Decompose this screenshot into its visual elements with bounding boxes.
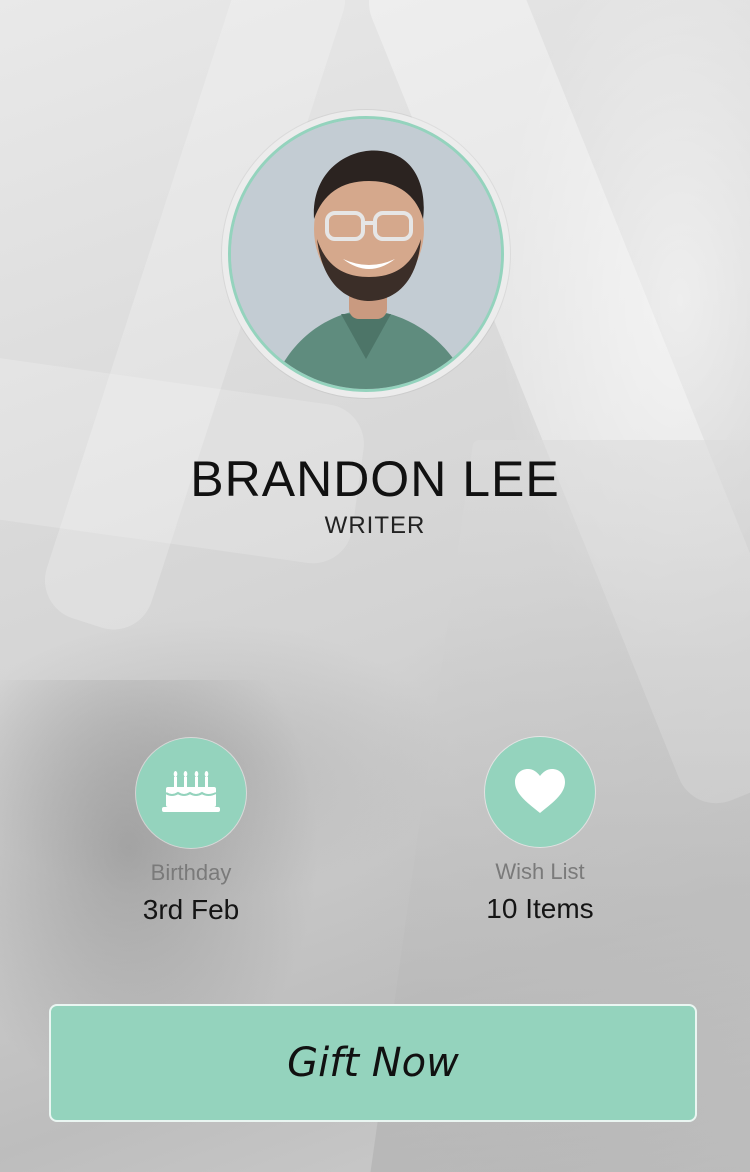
birthday-icon-circle[interactable] (136, 738, 246, 848)
wishlist-stat: Wish List 10 Items (420, 737, 660, 925)
heart-icon (515, 769, 565, 813)
wishlist-value: 10 Items (486, 893, 594, 924)
profile-card: BRANDON LEE WRITER Birthday 3rd Feb Wish… (0, 0, 750, 1172)
avatar[interactable] (228, 116, 504, 392)
user-photo-icon (231, 119, 501, 389)
birthday-stat: Birthday 3rd Feb (71, 738, 311, 926)
wishlist-icon-circle[interactable] (485, 737, 595, 847)
avatar-frame (222, 110, 510, 398)
birthday-value: 3rd Feb (142, 894, 240, 925)
profile-name: BRANDON LEE (190, 451, 560, 507)
birthday-cake-icon (162, 771, 220, 812)
gift-now-button[interactable]: Gift Now (49, 1004, 697, 1122)
birthday-label: Birthday (150, 860, 232, 885)
profile-role: WRITER (324, 512, 426, 539)
wishlist-label: Wish List (495, 859, 585, 884)
